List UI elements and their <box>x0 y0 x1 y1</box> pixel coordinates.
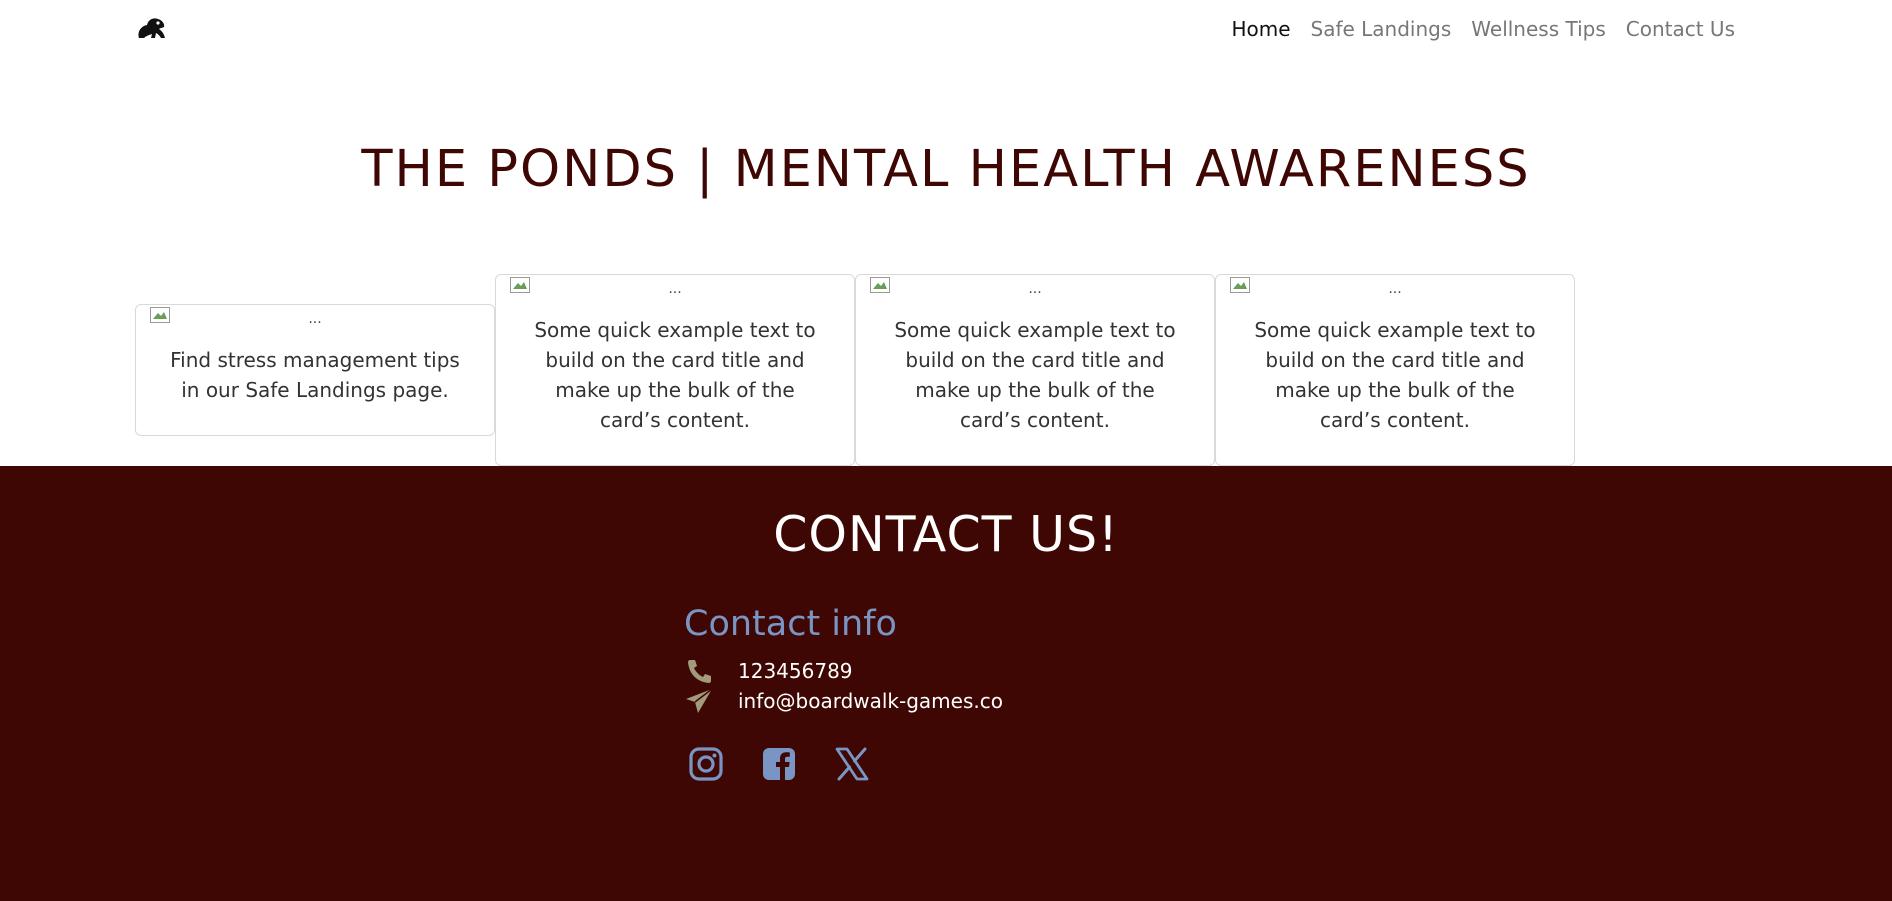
card-1: ... Find stress management tips in our S… <box>135 304 495 436</box>
contact-phone-text: 123456789 <box>738 659 853 683</box>
card-image-alt: ... <box>1028 281 1042 297</box>
nav-links: Home Safe Landings Wellness Tips Contact… <box>1221 17 1745 41</box>
instagram-icon[interactable] <box>688 746 724 782</box>
navbar: Home Safe Landings Wellness Tips Contact… <box>0 0 1892 60</box>
card-text: Some quick example text to build on the … <box>534 318 816 432</box>
frog-icon[interactable] <box>135 14 167 42</box>
card-image: ... <box>1216 275 1574 301</box>
page-title: THE PONDS | MENTAL HEALTH AWARENESS <box>361 140 1531 199</box>
facebook-icon[interactable] <box>761 746 797 782</box>
card-image: ... <box>496 275 854 301</box>
card-2: ... Some quick example text to build on … <box>495 274 855 466</box>
footer: CONTACT US! Contact info 123456789 info@… <box>0 466 1892 901</box>
nav-link-home[interactable]: Home <box>1221 17 1300 41</box>
phone-icon <box>688 660 711 683</box>
card-4: ... Some quick example text to build on … <box>1215 274 1575 466</box>
contact-phone: 123456789 <box>684 658 853 684</box>
card-text: Some quick example text to build on the … <box>1254 318 1536 432</box>
card-image: ... <box>856 275 1214 301</box>
nav-link-safe-landings[interactable]: Safe Landings <box>1301 17 1462 41</box>
paper-plane-icon <box>686 688 713 713</box>
x-icon[interactable] <box>834 746 870 782</box>
contact-email: info@boardwalk-games.co <box>684 688 1003 714</box>
nav-link-wellness-tips[interactable]: Wellness Tips <box>1461 17 1615 41</box>
footer-title: CONTACT US! <box>773 506 1119 563</box>
card-image: ... <box>136 305 494 331</box>
card-3: ... Some quick example text to build on … <box>855 274 1215 466</box>
card-image-alt: ... <box>668 281 682 297</box>
card-image-alt: ... <box>308 311 322 327</box>
card-text: Some quick example text to build on the … <box>894 318 1176 432</box>
contact-heading: Contact info <box>684 604 897 644</box>
card-image-alt: ... <box>1388 281 1402 297</box>
card-text: Find stress management tips in our Safe … <box>170 348 460 402</box>
contact-email-text[interactable]: info@boardwalk-games.co <box>738 689 1003 713</box>
nav-link-contact-us[interactable]: Contact Us <box>1616 17 1745 41</box>
social-links <box>688 746 870 782</box>
